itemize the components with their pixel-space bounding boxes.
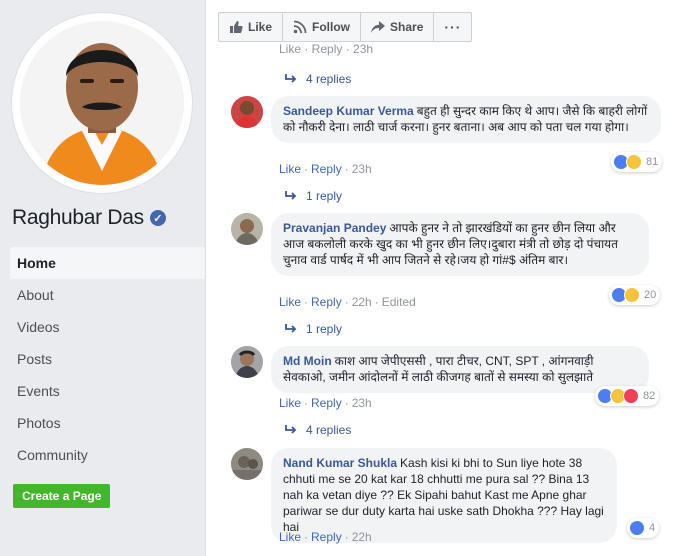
haha-reaction-icon xyxy=(626,154,642,170)
share-page-button[interactable]: Share xyxy=(361,13,435,41)
previous-comment-meta: Like · Reply · 23h xyxy=(279,42,374,56)
thumbs-up-icon xyxy=(230,21,243,33)
nav-item-home[interactable]: Home xyxy=(10,247,205,279)
comment-bubble: Md Moin काश आप जेपीएससी , पारा टीचर, CNT,… xyxy=(271,346,649,393)
more-dots-icon: ··· xyxy=(444,19,462,35)
replies-count: 1 reply xyxy=(306,322,343,336)
comment-bubble: Nand Kumar Shukla Kash kisi ki bhi to Sun… xyxy=(271,448,617,543)
reaction-count: 20 xyxy=(644,289,657,301)
commenter-avatar[interactable] xyxy=(231,346,263,378)
like-reaction-icon xyxy=(629,520,645,536)
left-column: Raghubar Das ✓ Home About Videos Posts E… xyxy=(0,0,205,556)
comment-reply-link[interactable]: Reply xyxy=(311,396,342,410)
love-reaction-icon xyxy=(623,388,639,404)
reply-arrow-icon xyxy=(285,191,297,200)
comment-author[interactable]: Md Moin xyxy=(283,354,332,368)
comment-item: Nand Kumar Shukla Kash kisi ki bhi to Sun… xyxy=(231,448,671,548)
view-replies-link[interactable]: 4 replies xyxy=(284,423,351,437)
nav-item-community[interactable]: Community xyxy=(10,439,205,471)
like-page-label: Like xyxy=(248,20,273,34)
reply-arrow-icon xyxy=(285,324,297,333)
comment-reply-link[interactable]: Reply xyxy=(311,295,342,309)
follow-page-label: Follow xyxy=(312,20,351,34)
reaction-count: 4 xyxy=(649,522,656,534)
comment-time[interactable]: 23h xyxy=(352,396,372,410)
reaction-summary[interactable]: 4 xyxy=(627,518,660,538)
comment-actions: Like · Reply · 22h xyxy=(279,530,372,544)
reply-arrow-icon xyxy=(285,425,297,434)
comments-panel: Like Follow Share ··· Like · Reply · 23h… xyxy=(205,0,693,556)
profile-photo xyxy=(20,21,184,185)
comment-actions: Like · Reply · 23h xyxy=(279,162,372,176)
comment-item: Sandeep Kumar Verma बहुत ही सुन्दर काम कि… xyxy=(231,96,671,176)
reaction-summary[interactable]: 20 xyxy=(609,285,661,305)
like-page-button[interactable]: Like xyxy=(219,13,284,41)
comment-item: Pravanjan Pandey आपके हुनर ने तो झारखंडिय… xyxy=(231,213,671,313)
create-page-button[interactable]: Create a Page xyxy=(13,484,111,508)
nav-item-videos[interactable]: Videos xyxy=(10,311,205,343)
rss-icon xyxy=(293,20,307,34)
reaction-summary[interactable]: 81 xyxy=(611,152,663,172)
comment-time[interactable]: 23h xyxy=(352,162,372,176)
reaction-count: 81 xyxy=(646,156,659,168)
share-page-label: Share xyxy=(390,20,424,34)
more-options-button[interactable]: ··· xyxy=(434,13,471,41)
profile-name[interactable]: Raghubar Das xyxy=(12,206,144,230)
nav-item-about[interactable]: About xyxy=(10,279,205,311)
comment-author[interactable]: Nand Kumar Shukla xyxy=(283,456,397,470)
edited-label[interactable]: Edited xyxy=(382,295,416,309)
comment-like-link[interactable]: Like xyxy=(279,530,301,544)
comment-reply-link[interactable]: Reply xyxy=(311,530,342,544)
commenter-avatar[interactable] xyxy=(231,448,263,480)
reaction-count: 82 xyxy=(643,390,656,402)
replies-count: 4 replies xyxy=(306,72,352,86)
comment-actions: Like · Reply · 22h · Edited xyxy=(279,295,416,309)
haha-reaction-icon xyxy=(624,287,640,303)
comment-like-link[interactable]: Like xyxy=(279,295,301,309)
page-action-bar: Like Follow Share ··· xyxy=(218,12,473,42)
comment-item: Md Moin काश आप जेपीएससी , पारा टीचर, CNT,… xyxy=(231,346,671,416)
comment-bubble: Pravanjan Pandey आपके हुनर ने तो झारखंडिय… xyxy=(271,213,649,276)
nav-item-posts[interactable]: Posts xyxy=(10,343,205,375)
view-replies-link[interactable]: 4 replies xyxy=(284,72,351,86)
comment-time[interactable]: 22h xyxy=(352,530,372,544)
comment-actions: Like · Reply · 23h xyxy=(279,396,372,410)
page-nav: Home About Videos Posts Events Photos Co… xyxy=(10,247,205,471)
verified-badge-icon: ✓ xyxy=(149,210,166,226)
view-replies-link[interactable]: 1 reply xyxy=(284,322,342,336)
reaction-summary[interactable]: 82 xyxy=(595,386,660,406)
follow-page-button[interactable]: Follow xyxy=(283,13,362,41)
nav-item-events[interactable]: Events xyxy=(10,375,205,407)
replies-count: 1 reply xyxy=(306,189,343,203)
comment-reply-link[interactable]: Reply xyxy=(311,162,342,176)
profile-picture[interactable] xyxy=(12,13,192,193)
profile-name-row: Raghubar Das ✓ xyxy=(12,206,166,230)
comment-author[interactable]: Pravanjan Pandey xyxy=(283,221,386,235)
commenter-avatar[interactable] xyxy=(231,96,263,128)
comment-time[interactable]: 22h xyxy=(352,295,372,309)
replies-count: 4 replies xyxy=(306,423,352,437)
comment-like-link[interactable]: Like xyxy=(279,396,301,410)
view-replies-link[interactable]: 1 reply xyxy=(284,189,342,203)
nav-item-photos[interactable]: Photos xyxy=(10,407,205,439)
comment-author[interactable]: Sandeep Kumar Verma xyxy=(283,104,414,118)
share-arrow-icon xyxy=(371,21,386,33)
commenter-avatar[interactable] xyxy=(231,213,263,245)
reply-arrow-icon xyxy=(285,74,297,83)
comment-like-link[interactable]: Like xyxy=(279,162,301,176)
comment-bubble: Sandeep Kumar Verma बहुत ही सुन्दर काम कि… xyxy=(271,96,661,143)
